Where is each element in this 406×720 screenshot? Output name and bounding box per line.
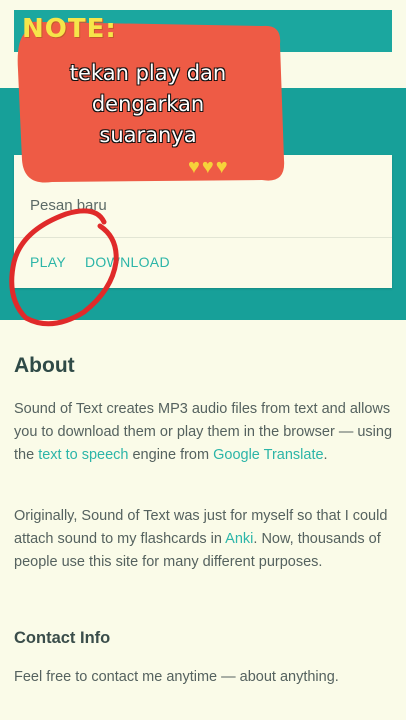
contact-text: Feel free to contact me anytime — about … bbox=[14, 669, 339, 685]
note-title: NOTE: bbox=[22, 14, 117, 44]
about-p1-text-c: . bbox=[323, 447, 328, 463]
about-paragraph-1: Sound of Text creates MP3 audio files fr… bbox=[14, 398, 394, 467]
about-p1-text-b: engine from bbox=[128, 447, 214, 463]
play-button[interactable]: PLAY bbox=[30, 254, 66, 270]
download-button[interactable]: DOWNLOAD bbox=[85, 254, 170, 270]
about-heading: About bbox=[14, 354, 75, 377]
result-text: Pesan baru bbox=[30, 197, 107, 214]
contact-heading: Contact Info bbox=[14, 629, 111, 647]
about-paragraph-2: Originally, Sound of Text was just for m… bbox=[14, 505, 394, 574]
note-sticker: NOTE: tekan play dan dengarkan suaranya … bbox=[12, 10, 294, 186]
card-divider bbox=[14, 237, 392, 238]
hearts-decoration: ♥♥♥ bbox=[188, 156, 230, 178]
google-translate-link[interactable]: Google Translate bbox=[213, 447, 323, 463]
anki-link[interactable]: Anki bbox=[225, 531, 253, 547]
note-text: tekan play dan dengarkan suaranya bbox=[69, 61, 227, 147]
text-to-speech-link[interactable]: text to speech bbox=[38, 447, 128, 463]
